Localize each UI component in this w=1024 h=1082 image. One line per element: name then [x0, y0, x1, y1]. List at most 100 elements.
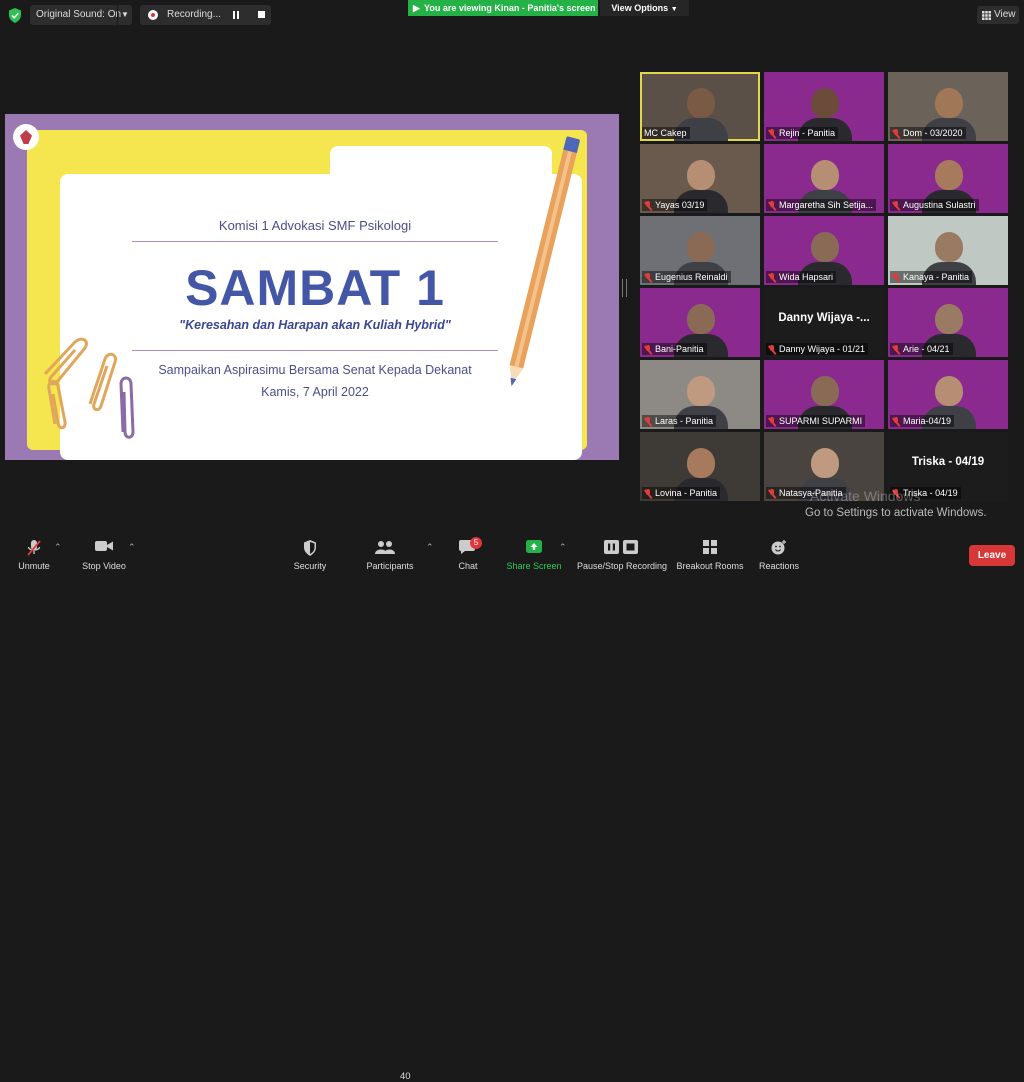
unmute-button[interactable]: Unmute — [10, 530, 58, 576]
participant-name-text: Margaretha Sih Setija... — [779, 200, 874, 210]
slide-invite-text: Sampaikan Aspirasimu Bersama Senat Kepad… — [158, 363, 472, 377]
reactions-button[interactable]: Reactions — [756, 530, 802, 576]
participant-tile[interactable]: Maria-04/19 — [888, 360, 1008, 429]
participant-name: Yayas 03/19 — [642, 199, 708, 211]
divider — [132, 350, 498, 351]
participant-name: Arie - 04/21 — [890, 343, 953, 355]
organization-logo — [13, 124, 39, 150]
participant-tile[interactable]: Yayas 03/19 — [640, 144, 760, 213]
participant-name-text: Laras - Panitia — [655, 416, 714, 426]
participant-video — [935, 304, 963, 334]
participant-video — [687, 160, 715, 190]
participant-name-text: Lovina - Panitia — [655, 488, 718, 498]
muted-mic-icon — [892, 273, 900, 281]
participant-name: Wida Hapsari — [766, 271, 837, 283]
view-options-button[interactable]: View Options ▼ — [600, 0, 689, 16]
participant-name: Eugenius Reinaldi — [642, 271, 731, 283]
participant-name-text: Kanaya - Panitia — [903, 272, 970, 282]
security-shield-icon — [304, 540, 316, 556]
participant-tile[interactable]: Lovina - Panitia — [640, 432, 760, 501]
stop-video-button[interactable]: Stop Video — [76, 530, 132, 576]
participant-tile[interactable]: Dom - 03/2020 — [888, 72, 1008, 141]
participant-tile[interactable]: Bani-Panitia — [640, 288, 760, 357]
participant-video — [687, 88, 715, 118]
activate-windows-hint: Go to Settings to activate Windows. — [805, 507, 987, 519]
muted-mic-icon — [892, 201, 900, 209]
chevron-down-icon: ▼ — [670, 6, 678, 13]
participant-video — [811, 448, 839, 478]
participants-button[interactable]: Participants — [362, 530, 418, 576]
unmute-label: Unmute — [18, 561, 50, 571]
shared-screen: Komisi 1 Advokasi SMF Psikologi SAMBAT 1… — [5, 114, 619, 460]
participant-video — [935, 376, 963, 406]
chevron-down-icon[interactable]: ▼ — [117, 5, 132, 25]
participant-name-text: Yayas 03/19 — [655, 200, 705, 210]
share-screen-label: Share Screen — [506, 561, 562, 571]
participant-gallery: MC Cakep Rejin - Panitia Dom - 03/2020 Yaya… — [640, 72, 1015, 504]
slide-subtitle: "Keresahan dan Harapan akan Kuliah Hybri… — [179, 318, 451, 332]
slide-date: Kamis, 7 April 2022 — [261, 385, 369, 399]
participant-video — [687, 448, 715, 478]
speaker-icon: ▶ — [413, 3, 420, 13]
participant-name: Danny Wijaya - 01/21 — [766, 343, 869, 355]
participant-name: MC Cakep — [642, 127, 690, 139]
muted-mic-icon — [644, 345, 652, 353]
meeting-toolbar: Unmute ⌃ Stop Video ⌃ Security Participa… — [0, 530, 1024, 1082]
grid-icon — [982, 11, 991, 20]
paperclip-decoration — [43, 337, 135, 439]
participant-tile[interactable]: SUPARMI SUPARMI — [764, 360, 884, 429]
participant-name-text: MC Cakep — [644, 128, 687, 138]
participant-tile[interactable]: Margaretha Sih Setija... — [764, 144, 884, 213]
muted-mic-icon — [768, 129, 776, 137]
security-button[interactable]: Security — [288, 530, 332, 576]
chat-button[interactable]: Chat — [448, 530, 488, 576]
participants-label: Participants — [366, 561, 414, 571]
muted-mic-icon — [768, 273, 776, 281]
emoji-smile-icon — [771, 540, 786, 555]
viewing-banner: ▶ You are viewing Kinan - Panitia's scre… — [408, 0, 598, 16]
participant-tile[interactable]: Kanaya - Panitia — [888, 216, 1008, 285]
participant-tile[interactable]: Danny Wijaya -... Danny Wijaya - 01/21 — [764, 288, 884, 357]
participant-tile[interactable]: Augustina Sulastri — [888, 144, 1008, 213]
pause-icon[interactable] — [232, 11, 240, 19]
pause-stop-recording-label: Pause/Stop Recording — [576, 561, 668, 571]
stop-icon[interactable] — [258, 11, 265, 18]
chevron-up-icon[interactable]: ⌃ — [559, 542, 567, 553]
participant-name-placeholder: Danny Wijaya -... — [778, 312, 870, 324]
pause-stop-icon — [604, 540, 638, 554]
splitter-handle[interactable] — [622, 279, 627, 297]
muted-mic-icon — [27, 540, 41, 556]
chevron-up-icon[interactable]: ⌃ — [426, 542, 434, 553]
participant-name: SUPARMI SUPARMI — [766, 415, 866, 427]
participant-name: Kanaya - Panitia — [890, 271, 973, 283]
slide-title: SAMBAT 1 — [185, 260, 445, 316]
breakout-rooms-button[interactable]: Breakout Rooms — [676, 530, 744, 576]
participant-tile[interactable]: Rejin - Panitia — [764, 72, 884, 141]
participant-name-placeholder: Triska - 04/19 — [911, 456, 985, 468]
chevron-up-icon[interactable]: ⌃ — [128, 542, 136, 553]
slide-commission-text: Komisi 1 Advokasi SMF Psikologi — [218, 218, 412, 233]
participants-icon — [375, 541, 395, 554]
leave-button[interactable]: Leave — [969, 545, 1015, 566]
original-sound-toggle[interactable]: Original Sound: On ▼ — [30, 5, 132, 25]
stop-video-label: Stop Video — [82, 561, 126, 571]
participant-tile[interactable]: Wida Hapsari — [764, 216, 884, 285]
chat-unread-badge: 5 — [470, 537, 482, 549]
recording-indicator: Recording... — [140, 5, 271, 25]
view-button[interactable]: View — [977, 6, 1019, 24]
participant-tile[interactable]: Eugenius Reinaldi — [640, 216, 760, 285]
muted-mic-icon — [768, 489, 776, 497]
shield-icon[interactable] — [8, 8, 22, 23]
chevron-up-icon[interactable]: ⌃ — [54, 542, 62, 553]
viewing-banner-text: You are viewing Kinan - Panitia's screen — [424, 3, 596, 13]
top-bar: Original Sound: On ▼ Recording... ▶ You … — [0, 0, 1024, 30]
participant-video — [935, 232, 963, 262]
participant-name: Margaretha Sih Setija... — [766, 199, 877, 211]
participant-tile[interactable]: Arie - 04/21 — [888, 288, 1008, 357]
participant-tile[interactable]: MC Cakep — [640, 72, 760, 141]
participant-tile[interactable]: Laras - Panitia — [640, 360, 760, 429]
share-screen-button[interactable]: Share Screen — [505, 530, 563, 576]
participant-name: Bani-Panitia — [642, 343, 707, 355]
participant-name: Lovina - Panitia — [642, 487, 721, 499]
pause-stop-recording-button[interactable]: Pause/Stop Recording — [574, 530, 670, 576]
